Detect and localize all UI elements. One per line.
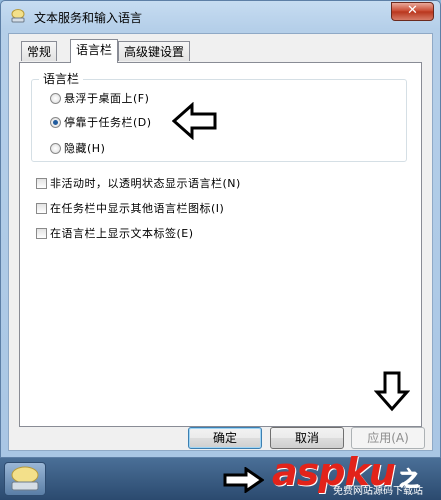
arrow-left-icon — [172, 102, 217, 140]
checkbox-show-text-labels[interactable]: 在语言栏上显示文本标签(E) — [36, 225, 194, 241]
arrow-right-icon — [223, 467, 264, 493]
checkbox-label: 在语言栏上显示文本标签(E) — [50, 227, 194, 240]
checkbox-label: 非活动时，以透明状态显示语言栏(N) — [50, 177, 241, 190]
checkbox[interactable] — [36, 177, 47, 189]
cancel-button[interactable]: 取消 — [270, 427, 344, 449]
close-button[interactable]: ✕ — [391, 2, 434, 21]
tab-advanced-key-settings[interactable]: 高级键设置 — [118, 41, 191, 61]
dialog-client: 常规 语言栏 高级键设置 语言栏 悬浮于桌面上(F) 停靠于任务栏(D) 隐藏(… — [8, 33, 433, 451]
tab-general[interactable]: 常规 — [21, 41, 58, 61]
keyboard-language-icon — [11, 466, 39, 491]
window-title: 文本服务和输入语言 — [34, 11, 143, 25]
radio-label: 停靠于任务栏(D) — [64, 116, 152, 129]
checkbox-show-extra-icons[interactable]: 在任务栏中显示其他语言栏图标(I) — [36, 200, 224, 216]
close-icon: ✕ — [407, 3, 418, 18]
ok-button[interactable]: 确定 — [188, 427, 262, 449]
arrow-down-icon — [374, 371, 410, 412]
radio-label: 隐藏(H) — [64, 142, 106, 155]
checkbox[interactable] — [36, 227, 47, 239]
tab-language-bar[interactable]: 语言栏 — [70, 39, 119, 63]
apply-button[interactable]: 应用(A) — [351, 427, 425, 449]
checkbox[interactable] — [36, 202, 47, 214]
checkbox-label: 在任务栏中显示其他语言栏图标(I) — [50, 202, 225, 215]
radio-button[interactable] — [50, 142, 61, 154]
keyboard-language-icon — [11, 9, 25, 23]
taskbar-language-button[interactable] — [4, 462, 46, 496]
watermark-tagline: 免费网站源码下载站 — [333, 486, 423, 497]
radio-button[interactable] — [50, 92, 61, 104]
checkbox-transparent-inactive[interactable]: 非活动时，以透明状态显示语言栏(N) — [36, 175, 241, 191]
group-title: 语言栏 — [39, 70, 84, 87]
title-bar[interactable]: 文本服务和输入语言 ✕ — [1, 1, 440, 31]
dialog-window: 文本服务和输入语言 ✕ 常规 语言栏 高级键设置 语言栏 悬浮于桌面上(F) 停… — [0, 0, 441, 458]
radio-button-selected[interactable] — [50, 116, 61, 128]
radio-dock-taskbar[interactable]: 停靠于任务栏(D) — [50, 114, 152, 130]
radio-float-desktop[interactable]: 悬浮于桌面上(F) — [50, 90, 149, 106]
radio-label: 悬浮于桌面上(F) — [64, 92, 150, 105]
radio-hidden[interactable]: 隐藏(H) — [50, 140, 105, 156]
